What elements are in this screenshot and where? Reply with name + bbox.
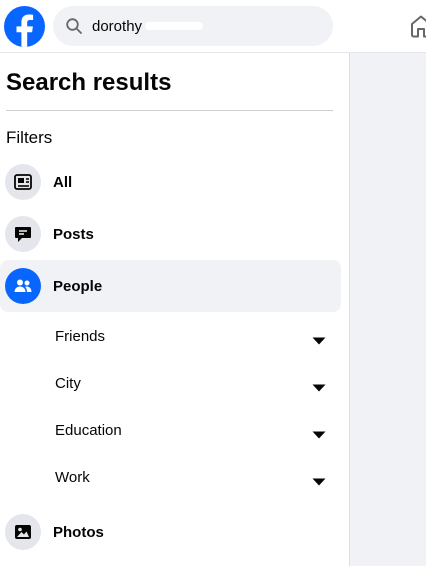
caret-down-icon[interactable] (312, 473, 326, 486)
filter-item-label: Posts (53, 225, 94, 243)
people-icon (5, 268, 41, 304)
divider (6, 110, 333, 111)
people-filter-city[interactable]: City (0, 361, 341, 405)
search-input[interactable]: dorothy (53, 6, 333, 46)
search-icon (65, 17, 83, 35)
caret-down-icon[interactable] (312, 332, 326, 345)
caret-down-icon[interactable] (312, 379, 326, 392)
filter-item-label: People (53, 277, 103, 295)
sub-filter-label: Friends (55, 327, 106, 345)
people-filter-friends[interactable]: Friends (0, 314, 341, 358)
filter-item-photos[interactable]: Photos (0, 506, 341, 558)
sub-filter-label: Work (55, 468, 90, 486)
all-feed-icon (5, 164, 41, 200)
filter-item-label: Photos (53, 523, 104, 541)
search-results-sidebar: Search results Filters All Posts People … (0, 53, 349, 566)
filter-item-posts[interactable]: Posts (0, 208, 341, 260)
search-query-text: dorothy (92, 17, 143, 35)
page-title: Search results (6, 69, 172, 96)
people-filter-work[interactable]: Work (0, 455, 341, 499)
posts-chat-icon (5, 216, 41, 252)
sub-filter-label: Education (55, 421, 122, 439)
top-navigation-bar: dorothy (0, 0, 426, 53)
facebook-logo-icon[interactable] (4, 6, 45, 47)
filter-item-people[interactable]: People (0, 260, 341, 312)
photos-icon (5, 514, 41, 550)
filters-heading: Filters (6, 128, 53, 147)
redacted-text (145, 22, 204, 30)
caret-down-icon[interactable] (312, 426, 326, 439)
sub-filter-label: City (55, 374, 81, 392)
home-icon[interactable] (410, 14, 426, 38)
filter-item-all[interactable]: All (0, 156, 341, 208)
people-filter-education[interactable]: Education (0, 408, 341, 452)
results-pane (349, 53, 426, 566)
filter-item-label: All (53, 173, 73, 191)
